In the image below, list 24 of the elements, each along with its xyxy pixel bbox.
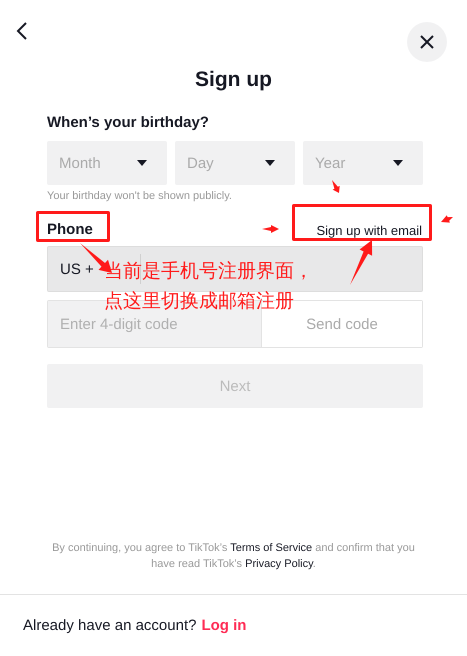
phone-label: Phone — [47, 221, 93, 238]
email-signup-link[interactable]: Sign up with email — [316, 223, 423, 238]
page-title: Sign up — [194, 68, 273, 92]
close-icon — [419, 34, 435, 50]
date-select[interactable]: Month — [47, 141, 167, 185]
annotation-arrow — [350, 240, 372, 285]
date-select[interactable]: Year — [303, 141, 423, 185]
terms-link[interactable]: Terms of Service — [230, 542, 312, 554]
annotation-arrow — [262, 225, 279, 233]
country-code-select[interactable]: US + — [60, 260, 94, 278]
close-button[interactable] — [407, 22, 447, 62]
annotation-arrow — [441, 215, 453, 223]
birthday-label: When’s your birthday? — [47, 114, 210, 131]
annotation-arrow — [332, 180, 340, 193]
caret-icon — [265, 160, 275, 166]
terms-text: By continuing, you agree to TikTok’s Terms of Service and confirm that you have read TikTok’s Privacy Policy. — [51, 541, 416, 572]
login-link[interactable]: Log in — [201, 617, 246, 634]
caret-icon — [393, 160, 403, 166]
date-select[interactable]: Day — [175, 141, 295, 185]
birthday-hint: Your birthday won't be shown publicly. — [47, 190, 233, 202]
caret-icon — [137, 160, 147, 166]
account-prompt: Already have an account? — [23, 617, 196, 634]
back-icon[interactable] — [15, 21, 29, 41]
terms-link[interactable]: Privacy Policy — [245, 558, 313, 570]
